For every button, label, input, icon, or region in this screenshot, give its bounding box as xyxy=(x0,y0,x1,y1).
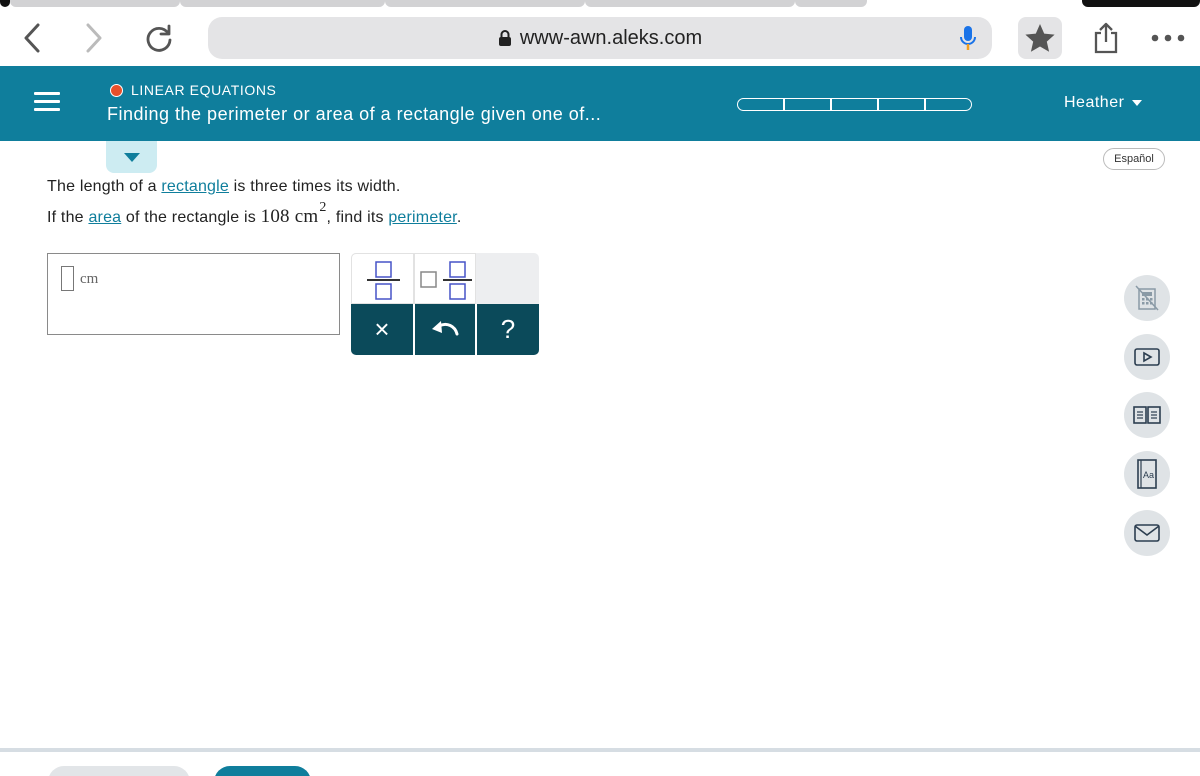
browser-tab[interactable] xyxy=(585,0,795,7)
microphone-button[interactable] xyxy=(960,24,976,57)
problem-line-1: The length of a rectangle is three times… xyxy=(47,178,401,196)
more-dots-icon xyxy=(1151,34,1185,42)
dictionary-icon: Aa xyxy=(1137,459,1157,489)
collapse-header-button[interactable] xyxy=(106,141,157,173)
reload-button[interactable] xyxy=(139,20,179,56)
app-header: LINEAR EQUATIONS Finding the perimeter o… xyxy=(0,66,1200,141)
hamburger-icon xyxy=(34,92,60,95)
video-icon xyxy=(1134,348,1160,366)
topic-row: LINEAR EQUATIONS xyxy=(110,82,276,98)
caret-down-icon xyxy=(1132,100,1143,106)
user-name: Heather xyxy=(1064,94,1125,111)
tab-strip xyxy=(0,0,1200,8)
language-toggle-button[interactable]: Español xyxy=(1103,148,1165,170)
user-menu[interactable]: Heather xyxy=(1064,94,1143,112)
textbook-icon xyxy=(1133,406,1161,424)
problem-text: , find its xyxy=(326,209,389,226)
envelope-icon xyxy=(1134,524,1160,542)
mixed-number-icon xyxy=(420,261,472,300)
progress-segment xyxy=(925,98,972,111)
problem-text: If the xyxy=(47,209,89,226)
hamburger-icon xyxy=(34,108,60,111)
video-button[interactable] xyxy=(1124,334,1170,380)
area-value: 108 xyxy=(260,206,290,227)
lock-icon xyxy=(498,30,511,46)
dictionary-button[interactable]: Aa xyxy=(1124,451,1170,497)
more-menu-button[interactable] xyxy=(1146,22,1190,54)
browser-tab[interactable] xyxy=(385,0,585,7)
active-tab[interactable] xyxy=(1082,0,1200,7)
chevron-left-icon xyxy=(24,23,40,53)
rectangle-link[interactable]: rectangle xyxy=(161,178,229,195)
hamburger-icon xyxy=(34,100,60,103)
star-icon xyxy=(1025,24,1055,52)
explanation-button[interactable] xyxy=(48,766,190,776)
check-button[interactable] xyxy=(214,766,311,776)
answer-input-box[interactable]: cm xyxy=(47,253,340,335)
perimeter-link[interactable]: perimeter xyxy=(388,209,457,226)
progress-segment xyxy=(784,98,831,111)
reload-icon xyxy=(146,24,172,52)
area-link[interactable]: area xyxy=(88,209,121,226)
progress-segment xyxy=(737,98,784,111)
message-button[interactable] xyxy=(1124,510,1170,556)
back-button[interactable] xyxy=(12,20,52,56)
textbook-button[interactable] xyxy=(1124,392,1170,438)
clear-button[interactable]: × xyxy=(351,304,413,355)
topic-status-dot xyxy=(110,83,123,97)
svg-text:Aa: Aa xyxy=(1143,470,1154,480)
fraction-icon xyxy=(367,261,400,300)
calculator-icon xyxy=(1135,285,1159,311)
active-tab-edge xyxy=(0,0,10,7)
address-bar[interactable]: www-awn.aleks.com xyxy=(208,17,992,59)
forward-button[interactable] xyxy=(74,20,114,56)
topic-label: LINEAR EQUATIONS xyxy=(131,82,277,98)
answer-input-field[interactable] xyxy=(61,266,74,291)
share-icon xyxy=(1094,22,1118,54)
hamburger-menu-button[interactable] xyxy=(30,88,66,120)
lesson-title: Finding the perimeter or area of a recta… xyxy=(107,104,602,124)
progress-bar xyxy=(737,98,972,111)
triangle-down-icon xyxy=(123,152,140,162)
browser-tab[interactable] xyxy=(795,0,867,7)
url-text: www-awn.aleks.com xyxy=(519,26,703,49)
help-button[interactable]: ? xyxy=(477,304,539,355)
undo-button[interactable] xyxy=(415,304,475,355)
problem-text: . xyxy=(456,209,462,226)
fraction-key[interactable] xyxy=(351,253,414,304)
browser-tab[interactable] xyxy=(180,0,385,7)
problem-text: The length of a xyxy=(47,178,162,195)
progress-segment xyxy=(878,98,925,111)
problem-line-2: If the area of the rectangle is 108 cm2,… xyxy=(47,200,462,228)
microphone-icon xyxy=(960,26,976,50)
share-button[interactable] xyxy=(1084,18,1128,58)
area-unit: cm xyxy=(294,206,319,227)
problem-text: is three times its width. xyxy=(229,178,401,195)
calculator-button[interactable] xyxy=(1124,275,1170,321)
chevron-right-icon xyxy=(86,23,102,53)
answer-unit: cm xyxy=(80,271,99,287)
problem-text: of the rectangle is xyxy=(121,209,261,226)
bookmark-button[interactable] xyxy=(1018,17,1062,59)
browser-toolbar: www-awn.aleks.com xyxy=(0,8,1200,66)
math-keypad: × ? xyxy=(351,253,539,355)
browser-tab[interactable] xyxy=(10,0,180,7)
keypad-bottom-row: × ? xyxy=(351,304,539,355)
area-exponent: 2 xyxy=(319,200,327,215)
mixed-number-key[interactable] xyxy=(414,253,476,304)
progress-segment xyxy=(831,98,878,111)
undo-icon xyxy=(432,320,459,335)
